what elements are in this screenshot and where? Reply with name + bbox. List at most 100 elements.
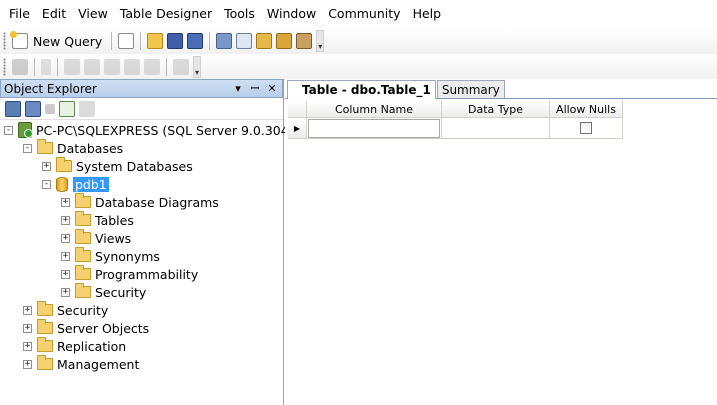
server-icon xyxy=(18,122,33,138)
tab-summary-label: Summary xyxy=(441,82,500,97)
expand-icon[interactable]: + xyxy=(23,305,32,315)
menu-file[interactable]: File xyxy=(3,0,36,28)
window-position-icon[interactable]: ▾ xyxy=(231,82,245,95)
tab-summary[interactable]: Summary xyxy=(436,80,505,98)
menu-table-designer[interactable]: Table Designer xyxy=(114,0,218,28)
tree-node[interactable]: + Security xyxy=(23,301,108,319)
row-marker[interactable]: ▶ xyxy=(288,118,307,139)
open-folder-icon[interactable] xyxy=(147,33,164,49)
tree-node-label: pdb1 xyxy=(73,176,109,192)
toolbar-separator xyxy=(166,57,167,76)
manage-statistics-icon[interactable] xyxy=(173,58,189,75)
menu-help[interactable]: Help xyxy=(407,0,448,28)
toolbar-overflow-button[interactable]: ▾ xyxy=(316,30,325,52)
data-type-cell[interactable] xyxy=(442,118,550,139)
new-file-icon[interactable] xyxy=(118,33,135,49)
expand-icon[interactable]: + xyxy=(61,233,70,243)
object-explorer-panel: Object Explorer ▾ ꟷ ✕ - PC-PC\SQLEXPRESS … xyxy=(0,79,325,405)
template-explorer-icon[interactable] xyxy=(256,33,273,49)
stop-icon[interactable] xyxy=(45,103,55,114)
tab-table-designer[interactable]: Table - dbo.Table_1 xyxy=(287,80,436,99)
tree-node[interactable]: + Programmability xyxy=(61,265,198,283)
xml-indexes-icon[interactable] xyxy=(124,58,140,75)
properties-icon[interactable] xyxy=(296,33,313,49)
tab-table-designer-label: Table - dbo.Table_1 xyxy=(302,83,431,97)
refresh-icon[interactable] xyxy=(59,100,75,117)
grid-header-row: Column Name Data Type Allow Nulls xyxy=(288,101,623,118)
folder-icon xyxy=(37,355,53,370)
toolbar-grip[interactable] xyxy=(3,32,6,50)
tree-node-label: PC-PC\SQLEXPRESS (SQL Server 9.0.3042 - … xyxy=(36,122,326,138)
expand-icon[interactable]: + xyxy=(42,161,51,171)
registered-servers-icon[interactable] xyxy=(216,33,233,49)
toolbar-separator xyxy=(34,57,35,76)
close-icon[interactable]: ✕ xyxy=(265,82,279,95)
toolbar-overflow-button[interactable]: ▾ xyxy=(193,55,201,78)
indexes-keys-icon[interactable] xyxy=(84,58,100,75)
collapse-icon[interactable]: - xyxy=(23,143,32,153)
column-header-allow-nulls[interactable]: Allow Nulls xyxy=(550,101,623,118)
menu-tools[interactable]: Tools xyxy=(218,0,261,28)
object-explorer-title: Object Explorer xyxy=(4,81,97,96)
expand-icon[interactable]: + xyxy=(23,359,32,369)
column-header-name[interactable]: Column Name xyxy=(307,101,442,118)
tree-node[interactable]: + Synonyms xyxy=(61,247,160,265)
object-explorer-icon[interactable] xyxy=(236,33,253,49)
disconnect-icon[interactable] xyxy=(25,100,41,117)
connect-icon[interactable] xyxy=(5,100,21,117)
fulltext-index-icon[interactable] xyxy=(104,58,120,75)
menu-community[interactable]: Community xyxy=(322,0,406,28)
folder-icon xyxy=(37,139,53,154)
toolbar-separator xyxy=(57,57,58,76)
expand-icon[interactable]: + xyxy=(61,269,70,279)
folder-icon xyxy=(37,319,53,334)
grid-corner xyxy=(288,101,307,118)
tree-node[interactable]: + Replication xyxy=(23,337,126,355)
folder-icon xyxy=(75,247,91,262)
column-header-data-type[interactable]: Data Type xyxy=(442,101,550,118)
filter-icon[interactable] xyxy=(79,100,95,117)
column-name-cell xyxy=(307,118,442,139)
check-constraints-icon[interactable] xyxy=(144,58,160,75)
tree-node[interactable]: + Database Diagrams xyxy=(61,193,219,211)
new-query-button[interactable]: New Query xyxy=(10,30,105,52)
tree-node[interactable]: + Security xyxy=(61,283,146,301)
expand-icon[interactable]: + xyxy=(61,287,70,297)
auto-hide-pin-icon[interactable]: ꟷ xyxy=(248,81,262,96)
folder-icon xyxy=(37,301,53,316)
save-all-icon[interactable] xyxy=(187,33,204,49)
generate-script-icon[interactable] xyxy=(12,58,28,75)
tree-node[interactable]: + Tables xyxy=(61,211,134,229)
expand-icon[interactable]: + xyxy=(23,341,32,351)
tree-node[interactable]: + Server Objects xyxy=(23,319,149,337)
tree-node[interactable]: - pdb1 xyxy=(42,175,109,193)
collapse-icon[interactable]: - xyxy=(4,125,13,135)
allow-nulls-checkbox[interactable] xyxy=(580,122,592,134)
tree-node[interactable]: - PC-PC\SQLEXPRESS (SQL Server 9.0.3042 -… xyxy=(4,121,325,139)
tree-node-label: Security xyxy=(95,284,147,300)
folder-icon xyxy=(56,157,72,172)
relationships-icon[interactable] xyxy=(64,58,80,75)
expand-icon[interactable]: + xyxy=(23,323,32,333)
tree-node[interactable]: - Databases xyxy=(23,139,123,157)
toolbar-separator xyxy=(209,32,211,50)
toolbar-separator xyxy=(111,32,113,50)
tree-node[interactable]: + Views xyxy=(61,229,131,247)
menu-window[interactable]: Window xyxy=(261,0,322,28)
save-icon[interactable] xyxy=(167,33,184,49)
new-query-label: New Query xyxy=(33,33,103,49)
toolbar-separator xyxy=(140,32,142,50)
primary-key-icon[interactable] xyxy=(41,58,51,75)
menu-edit[interactable]: Edit xyxy=(36,0,72,28)
expand-icon[interactable]: + xyxy=(61,215,70,225)
column-name-input[interactable] xyxy=(308,118,440,138)
tree-node[interactable]: + System Databases xyxy=(42,157,193,175)
solution-explorer-icon[interactable] xyxy=(276,33,293,49)
document-tabstrip: Table - dbo.Table_1 Summary xyxy=(285,79,717,99)
toolbar-grip[interactable] xyxy=(3,57,6,76)
collapse-icon[interactable]: - xyxy=(42,179,51,189)
expand-icon[interactable]: + xyxy=(61,251,70,261)
tree-node[interactable]: + Management xyxy=(23,355,139,373)
expand-icon[interactable]: + xyxy=(61,197,70,207)
menu-view[interactable]: View xyxy=(72,0,114,28)
